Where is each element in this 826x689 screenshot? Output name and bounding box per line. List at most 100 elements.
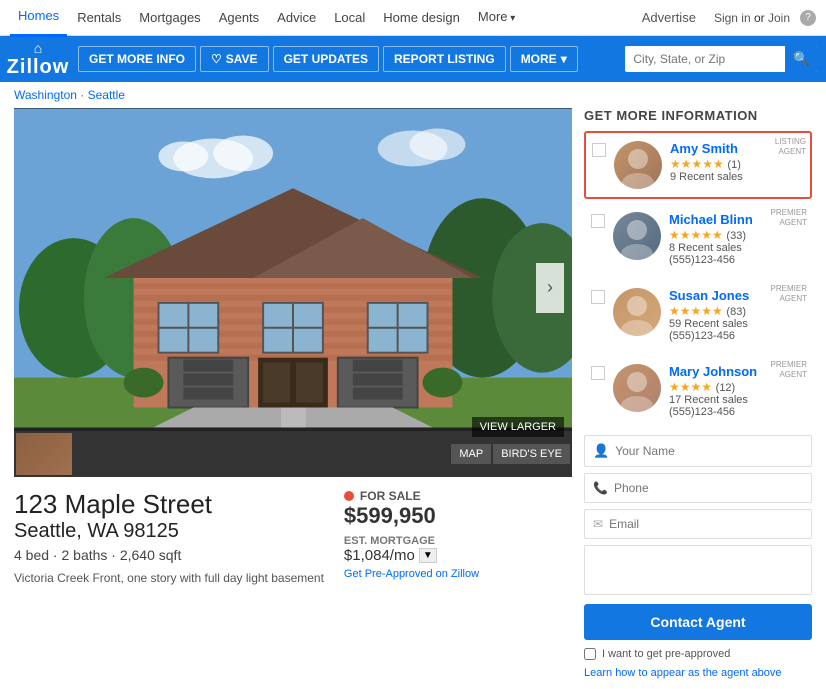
birds-eye-button[interactable]: BIRD'S EYE <box>493 444 570 464</box>
agent-card-0[interactable]: Amy Smith ★★★★★ (1) 9 Recent sales LISTI… <box>584 131 812 199</box>
top-navigation: Homes Rentals Mortgages Agents Advice Lo… <box>0 0 826 36</box>
search-input[interactable] <box>625 47 785 71</box>
for-sale-badge: FOR SALE <box>344 489 524 503</box>
pre-approve-link[interactable]: Get Pre-Approved on Zillow <box>344 568 524 580</box>
next-image-button[interactable]: › <box>536 263 564 313</box>
nav-local[interactable]: Local <box>326 0 373 36</box>
address-line1: 123 Maple Street <box>14 489 324 520</box>
mortgage-calc-button[interactable]: ▼ <box>419 548 437 563</box>
logo[interactable]: ⌂ Zillow <box>8 40 68 79</box>
agent-phone-1[interactable]: (555)123-456 <box>669 254 805 266</box>
agent-badge-1: PREMIERAGENT <box>771 208 807 227</box>
email-icon: ✉ <box>593 517 603 531</box>
contact-agent-button[interactable]: Contact Agent <box>584 604 812 640</box>
breadcrumb-separator: · <box>77 88 88 102</box>
sign-in-link[interactable]: Sign in <box>714 11 751 25</box>
nav-advice[interactable]: Advice <box>269 0 324 36</box>
est-mortgage-label: EST. MORTGAGE <box>344 535 524 547</box>
chevron-down-icon: ▾ <box>561 52 567 66</box>
agent-list: Amy Smith ★★★★★ (1) 9 Recent sales LISTI… <box>584 131 812 427</box>
agent-badge-2: PREMIERAGENT <box>771 284 807 303</box>
for-sale-text: FOR SALE <box>360 489 421 503</box>
agent-card-2[interactable]: Susan Jones ★★★★★ (83) 59 Recent sales (… <box>584 279 812 351</box>
pre-approve-label: I want to get pre-approved <box>602 648 730 660</box>
name-input-wrapper: 👤 <box>584 435 812 467</box>
nav-links: Homes Rentals Mortgages Agents Advice Lo… <box>10 0 523 37</box>
property-price-value: $599,950 <box>344 503 524 529</box>
sign-in-join: Sign in or Join <box>714 11 790 25</box>
more-button[interactable]: MORE ▾ <box>510 46 578 72</box>
avatar-icon-1 <box>613 212 661 260</box>
avatar-icon-2 <box>613 288 661 336</box>
top-nav-right: Advertise Sign in or Join ? <box>634 0 816 36</box>
nav-rentals[interactable]: Rentals <box>69 0 129 36</box>
zillow-z-icon: ⌂ <box>34 40 42 56</box>
nav-agents[interactable]: Agents <box>211 0 267 36</box>
nav-more[interactable]: More <box>470 0 523 37</box>
image-thumbnails: MAP BIRD'S EYE <box>14 431 572 477</box>
get-updates-button[interactable]: GET UPDATES <box>273 46 379 72</box>
nav-homes[interactable]: Homes <box>10 0 67 37</box>
pre-approve-checkbox-row: I want to get pre-approved <box>584 648 812 660</box>
right-panel: GET MORE INFORMATION Amy Smith ★★★★★ (1)… <box>572 108 812 679</box>
agent-checkbox-0[interactable] <box>592 143 606 157</box>
property-description: Victoria Creek Front, one story with ful… <box>14 571 324 585</box>
main-content: VIEW LARGER › MAP BIRD'S EYE 123 Maple S… <box>0 108 826 689</box>
save-button[interactable]: ♡ SAVE <box>200 46 269 72</box>
agent-sales-3: 17 Recent sales <box>669 394 805 406</box>
property-image-area: VIEW LARGER › MAP BIRD'S EYE <box>14 108 572 477</box>
phone-input[interactable] <box>614 481 803 495</box>
agent-checkbox-3[interactable] <box>591 366 605 380</box>
breadcrumb-city[interactable]: Seattle <box>88 88 125 102</box>
mortgage-amount: $1,084/mo ▼ <box>344 547 524 564</box>
agent-checkbox-2[interactable] <box>591 290 605 304</box>
email-input[interactable] <box>609 517 803 531</box>
agent-phone-2[interactable]: (555)123-456 <box>669 330 805 342</box>
action-buttons: GET MORE INFO ♡ SAVE GET UPDATES REPORT … <box>78 46 578 72</box>
person-icon: 👤 <box>593 443 609 459</box>
property-image <box>14 108 572 428</box>
logo-bar: ⌂ Zillow GET MORE INFO ♡ SAVE GET UPDATE… <box>0 36 826 82</box>
agent-sales-2: 59 Recent sales <box>669 318 805 330</box>
phone-icon: 📞 <box>593 481 608 495</box>
agent-stars-2: ★★★★★ (83) <box>669 303 805 318</box>
thumbnail-1[interactable] <box>16 433 72 475</box>
view-larger-button[interactable]: VIEW LARGER <box>472 417 564 437</box>
agent-card-1[interactable]: Michael Blinn ★★★★★ (33) 8 Recent sales … <box>584 203 812 275</box>
agent-checkbox-1[interactable] <box>591 214 605 228</box>
agent-phone-3[interactable]: (555)123-456 <box>669 406 805 418</box>
agent-avatar-1 <box>613 212 661 260</box>
avatar-icon-3 <box>613 364 661 412</box>
search-box: 🔍 <box>625 46 818 72</box>
advertise-link[interactable]: Advertise <box>634 0 704 36</box>
property-address: 123 Maple Street Seattle, WA 98125 4 bed… <box>14 489 324 585</box>
for-sale-dot <box>344 491 354 501</box>
heart-icon: ♡ <box>211 52 222 66</box>
nav-mortgages[interactable]: Mortgages <box>131 0 208 36</box>
pre-approve-checkbox[interactable] <box>584 648 596 660</box>
agent-badge-3: PREMIERAGENT <box>771 360 807 379</box>
property-info: 123 Maple Street Seattle, WA 98125 4 bed… <box>14 489 572 585</box>
name-input[interactable] <box>615 444 803 458</box>
left-side: VIEW LARGER › MAP BIRD'S EYE 123 Maple S… <box>14 108 572 679</box>
logo-text: Zillow <box>7 56 70 79</box>
get-more-info-button[interactable]: GET MORE INFO <box>78 46 196 72</box>
agent-stars-1: ★★★★★ (33) <box>669 227 805 242</box>
contact-form: 👤 📞 ✉ Contact Agent I want to get pre-ap… <box>584 435 812 679</box>
agent-stars-3: ★★★★ (12) <box>669 379 805 394</box>
agent-stars-0: ★★★★★ (1) <box>670 156 804 171</box>
agent-avatar-0 <box>614 141 662 189</box>
breadcrumb-state[interactable]: Washington <box>14 88 77 102</box>
email-input-wrapper: ✉ <box>584 509 812 539</box>
learn-link[interactable]: Learn how to appear as the agent above <box>584 667 782 679</box>
sidebar-title: GET MORE INFORMATION <box>584 108 812 123</box>
join-link[interactable]: Join <box>768 11 790 25</box>
help-icon[interactable]: ? <box>800 10 816 26</box>
search-button[interactable]: 🔍 <box>785 46 818 72</box>
report-listing-button[interactable]: REPORT LISTING <box>383 46 506 72</box>
message-textarea[interactable] <box>584 545 812 595</box>
agent-card-3[interactable]: Mary Johnson ★★★★ (12) 17 Recent sales (… <box>584 355 812 427</box>
agent-avatar-3 <box>613 364 661 412</box>
nav-home-design[interactable]: Home design <box>375 0 468 36</box>
map-button[interactable]: MAP <box>451 444 491 464</box>
